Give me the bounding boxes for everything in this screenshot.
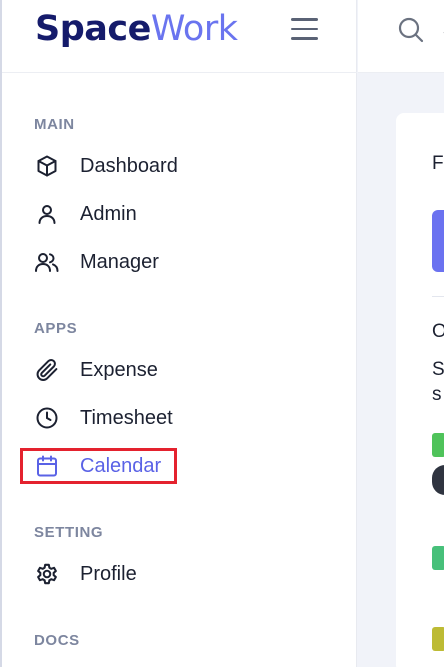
top-bar: s — [358, 0, 444, 73]
sidebar: SpaceWork MAIN Dashboard Admin Manager A… — [2, 0, 357, 667]
sidebar-item-label: Timesheet — [80, 406, 173, 429]
check-icon[interactable] — [432, 627, 444, 651]
section-title-main: MAIN — [34, 116, 75, 133]
section-title-setting: SETTING — [34, 524, 104, 541]
card-text-line-1: S — [432, 359, 444, 380]
logo-strong: Space — [35, 9, 151, 49]
check-icon[interactable] — [432, 546, 444, 570]
sidebar-item-expense[interactable]: Expense — [34, 355, 158, 385]
sidebar-item-label: Profile — [80, 562, 137, 585]
user-icon — [34, 201, 60, 227]
menu-toggle-icon[interactable] — [291, 15, 321, 43]
card-divider — [432, 296, 444, 297]
sidebar-item-manager[interactable]: Manager — [34, 247, 159, 277]
sidebar-item-profile[interactable]: Profile — [34, 559, 137, 589]
sidebar-item-label: Dashboard — [80, 154, 178, 177]
card-subheading: O — [432, 321, 444, 342]
section-title-apps: APPS — [34, 320, 78, 337]
users-icon — [34, 249, 60, 275]
card-text-line-2: s — [432, 384, 442, 405]
sidebar-item-label: Expense — [80, 358, 158, 381]
search-icon[interactable] — [397, 16, 425, 49]
sidebar-item-dashboard[interactable]: Dashboard — [34, 151, 178, 181]
logo-light: Work — [150, 9, 238, 49]
section-title-docs: DOCS — [34, 632, 80, 649]
sidebar-item-admin[interactable]: Admin — [34, 199, 137, 229]
gear-icon — [34, 561, 60, 587]
paperclip-icon — [34, 357, 60, 383]
cube-icon — [34, 153, 60, 179]
calendar-highlight-box — [20, 448, 177, 484]
sidebar-item-timesheet[interactable]: Timesheet — [34, 403, 173, 433]
primary-button[interactable] — [432, 210, 444, 272]
main-card: F O S s — [396, 113, 444, 667]
brand-header: SpaceWork — [2, 0, 357, 73]
card-heading: F — [432, 153, 444, 174]
sidebar-item-label: Admin — [80, 202, 137, 225]
sidebar-item-label: Manager — [80, 250, 159, 273]
logo[interactable]: SpaceWork — [35, 9, 238, 49]
avatar — [432, 465, 444, 495]
check-icon[interactable] — [432, 433, 444, 457]
clock-icon — [34, 405, 60, 431]
